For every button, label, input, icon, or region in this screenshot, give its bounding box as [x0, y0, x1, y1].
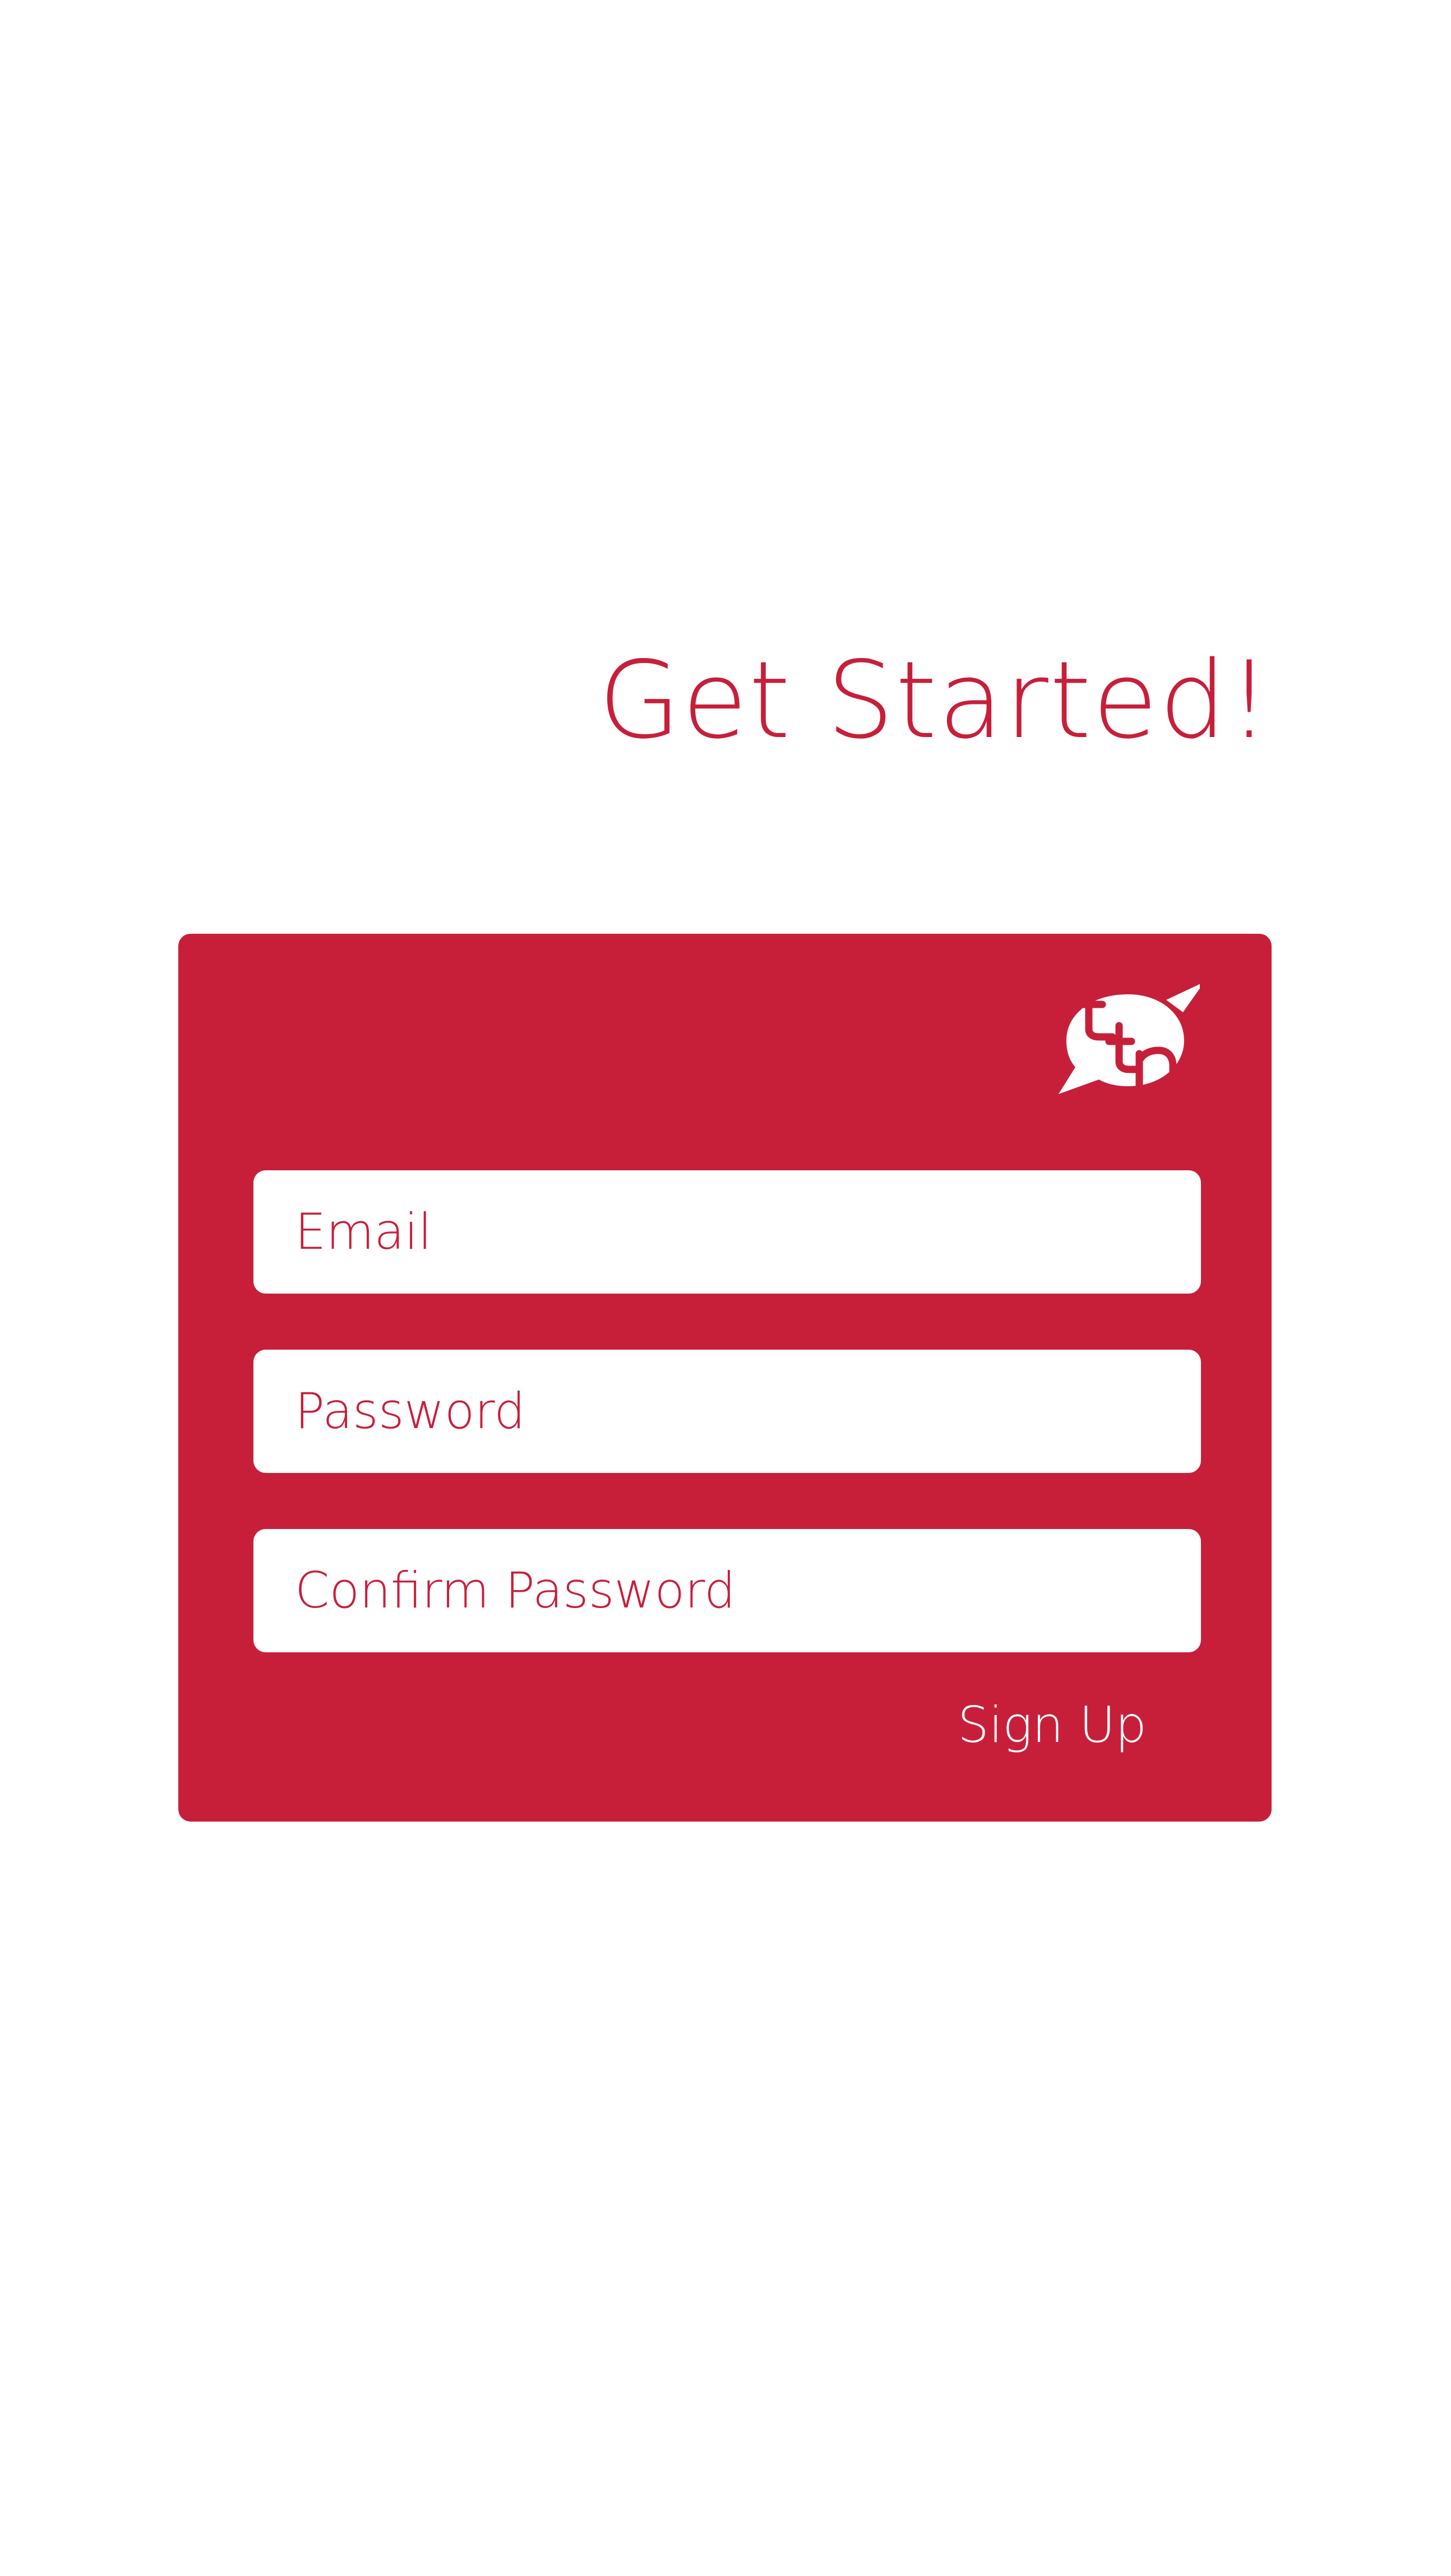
logo-bubble-tail	[1166, 984, 1200, 1012]
page-title: Get Started!	[598, 638, 1272, 762]
app-logo-icon	[1056, 971, 1200, 1105]
signup-card: Sign Up	[178, 934, 1272, 1822]
password-field[interactable]	[253, 1350, 1201, 1473]
sign-up-button[interactable]: Sign Up	[958, 1692, 1147, 1759]
confirm-password-field[interactable]	[253, 1529, 1201, 1652]
email-field[interactable]	[253, 1170, 1201, 1294]
